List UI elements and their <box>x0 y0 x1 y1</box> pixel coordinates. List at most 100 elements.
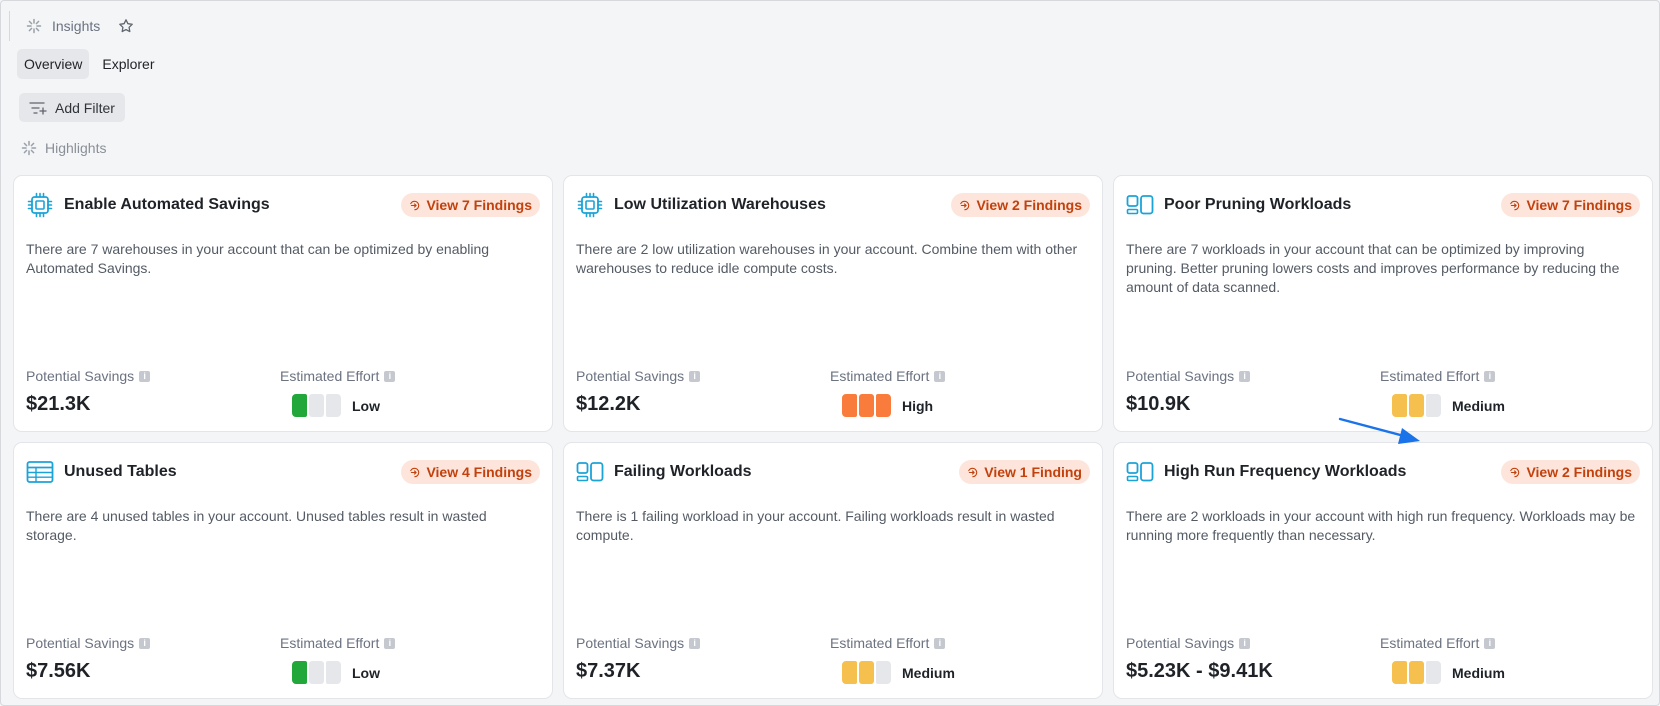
insights-page: Insights Overview Explorer Add Filter Hi… <box>0 0 1660 706</box>
effort-segment <box>1392 394 1407 417</box>
effort-segment <box>842 394 857 417</box>
insights-icon <box>26 18 42 34</box>
effort-segment <box>1426 394 1441 417</box>
estimated-effort-text: Estimated Effort <box>280 635 380 651</box>
card-description: There is 1 failing workload in your acco… <box>576 508 1055 543</box>
card-header: Unused Tables View 4 Findings <box>26 457 540 487</box>
info-icon[interactable]: i <box>1239 637 1251 649</box>
estimated-effort-text: Estimated Effort <box>830 368 930 384</box>
potential-savings-text: Potential Savings <box>576 635 685 651</box>
info-icon[interactable]: i <box>384 370 396 382</box>
filter-add-icon <box>29 101 47 115</box>
table-icon <box>26 458 54 486</box>
effort-level-label: Low <box>352 664 380 681</box>
effort-indicator: Low <box>292 394 380 417</box>
view-findings-button[interactable]: View 1 Finding <box>959 460 1090 484</box>
view-findings-label: View 2 Findings <box>976 197 1082 213</box>
effort-segment <box>876 661 891 684</box>
card-header: Failing Workloads View 1 Finding <box>576 457 1090 487</box>
effort-segment <box>859 394 874 417</box>
view-findings-button[interactable]: View 2 Findings <box>1501 460 1640 484</box>
effort-level-label: Medium <box>1452 664 1505 681</box>
tab-explorer[interactable]: Explorer <box>95 49 161 79</box>
effort-segment <box>292 661 307 684</box>
view-findings-button[interactable]: View 4 Findings <box>401 460 540 484</box>
estimated-effort-label: Estimated Effort i <box>1380 635 1496 651</box>
potential-savings-value: $10.9K <box>1126 393 1191 415</box>
info-icon[interactable]: i <box>139 370 151 382</box>
effort-segment <box>309 394 324 417</box>
card-description: There are 7 workloads in your account th… <box>1126 241 1620 295</box>
effort-indicator: Medium <box>842 661 955 684</box>
effort-segment <box>1392 661 1407 684</box>
highlights-heading: Highlights <box>21 140 106 156</box>
potential-savings-text: Potential Savings <box>26 635 135 651</box>
card-description: There are 2 low utilization warehouses i… <box>576 241 1078 276</box>
effort-segment <box>326 394 341 417</box>
highlights-label: Highlights <box>45 140 107 156</box>
effort-level-label: Low <box>352 397 380 414</box>
info-icon[interactable]: i <box>689 370 701 382</box>
effort-indicator: Medium <box>1392 394 1505 417</box>
page-title: Insights <box>52 18 101 34</box>
potential-savings-label: Potential Savings i <box>576 635 701 651</box>
card-description: There are 2 workloads in your account wi… <box>1126 508 1636 543</box>
effort-indicator: High <box>842 394 933 417</box>
effort-segment <box>842 661 857 684</box>
potential-savings-label: Potential Savings i <box>26 635 151 651</box>
workload-icon <box>1126 191 1154 219</box>
card-header: Low Utilization Warehouses View 2 Findin… <box>576 190 1090 220</box>
view-findings-button[interactable]: View 7 Findings <box>401 193 540 217</box>
potential-savings-label: Potential Savings i <box>1126 635 1251 651</box>
estimated-effort-text: Estimated Effort <box>1380 368 1480 384</box>
workload-icon <box>576 458 604 486</box>
potential-savings-text: Potential Savings <box>26 368 135 384</box>
effort-level-label: Medium <box>1452 397 1505 414</box>
view-findings-button[interactable]: View 2 Findings <box>951 193 1090 217</box>
enter-arrow-icon <box>1510 467 1520 477</box>
effort-segment <box>1426 661 1441 684</box>
enter-arrow-icon <box>967 467 978 477</box>
tab-overview[interactable]: Overview <box>17 49 90 79</box>
estimated-effort-label: Estimated Effort i <box>280 368 396 384</box>
potential-savings-value: $5.23K - $9.41K <box>1126 660 1273 682</box>
estimated-effort-text: Estimated Effort <box>830 635 930 651</box>
potential-savings-text: Potential Savings <box>1126 368 1235 384</box>
effort-segment <box>292 394 307 417</box>
favorite-star-icon[interactable] <box>118 18 134 34</box>
info-icon[interactable]: i <box>689 637 701 649</box>
annotation-arrow <box>1338 417 1420 444</box>
info-icon[interactable]: i <box>934 637 946 649</box>
add-filter-button[interactable]: Add Filter <box>19 93 125 122</box>
enter-arrow-icon <box>410 467 420 477</box>
estimated-effort-label: Estimated Effort i <box>1380 368 1496 384</box>
effort-indicator: Low <box>292 661 380 684</box>
info-icon[interactable]: i <box>1484 637 1496 649</box>
info-icon[interactable]: i <box>384 637 396 649</box>
info-icon[interactable]: i <box>139 637 151 649</box>
view-findings-label: View 1 Finding <box>984 464 1082 480</box>
insight-card: Unused Tables View 4 Findings There are … <box>13 442 553 699</box>
info-icon[interactable]: i <box>1239 370 1251 382</box>
insight-card: Failing Workloads View 1 Finding There i… <box>563 442 1103 699</box>
info-icon[interactable]: i <box>934 370 946 382</box>
card-title: Poor Pruning Workloads <box>1164 196 1352 213</box>
info-icon[interactable]: i <box>1484 370 1496 382</box>
potential-savings-label: Potential Savings i <box>1126 368 1251 384</box>
view-findings-label: View 7 Findings <box>426 197 532 213</box>
view-tabs: Overview Explorer <box>17 49 162 79</box>
view-findings-button[interactable]: View 7 Findings <box>1501 193 1640 217</box>
enter-arrow-icon <box>1510 200 1520 210</box>
chip-icon <box>26 191 54 219</box>
effort-segment <box>309 661 324 684</box>
potential-savings-text: Potential Savings <box>576 368 685 384</box>
effort-segment <box>859 661 874 684</box>
card-header: High Run Frequency Workloads View 2 Find… <box>1126 457 1640 487</box>
potential-savings-value: $7.37K <box>576 660 641 682</box>
potential-savings-value: $7.56K <box>26 660 91 682</box>
add-filter-label: Add Filter <box>55 99 115 116</box>
enter-arrow-icon <box>960 200 970 210</box>
effort-level-label: High <box>902 397 934 414</box>
insight-card: Low Utilization Warehouses View 2 Findin… <box>563 175 1103 432</box>
potential-savings-value: $21.3K <box>26 393 91 415</box>
